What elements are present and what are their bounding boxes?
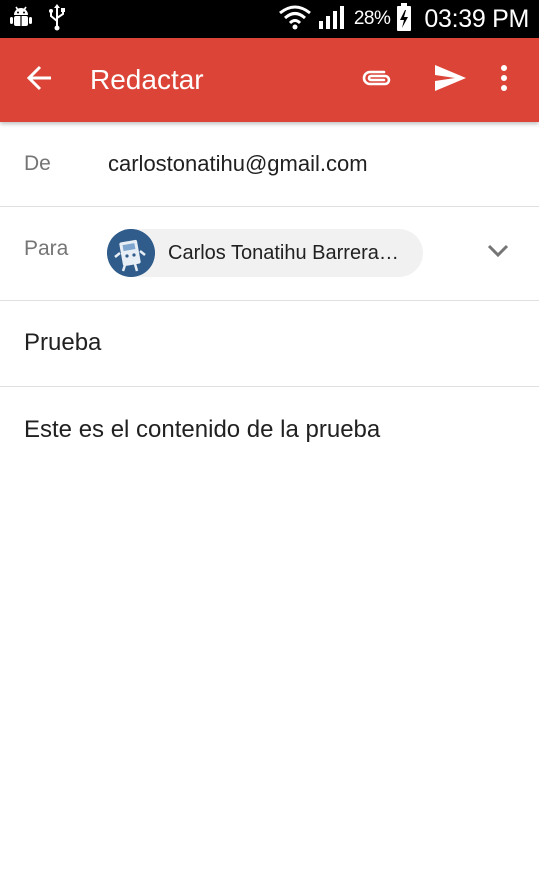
body-field[interactable]: Este es el contenido de la prueba	[24, 414, 514, 854]
status-bar-right: 28% 03:39 PM	[278, 0, 529, 38]
subject-field[interactable]: Prueba	[24, 329, 514, 357]
clock: 03:39 PM	[424, 4, 529, 33]
attach-icon	[360, 66, 394, 95]
from-address[interactable]: carlostonatihu@gmail.com	[108, 151, 368, 177]
battery-charging-icon	[396, 2, 412, 37]
back-arrow-icon	[26, 64, 54, 97]
battery-percent: 28%	[353, 8, 391, 29]
more-options-button[interactable]	[486, 58, 522, 102]
expand-recipients-button[interactable]	[476, 231, 520, 275]
chevron-down-icon	[487, 244, 509, 263]
send-button[interactable]	[428, 58, 472, 102]
recipient-chip[interactable]: Carlos Tonatihu Barrera…	[107, 229, 423, 277]
attach-button[interactable]	[355, 58, 399, 102]
send-icon	[433, 63, 467, 98]
more-vert-icon	[500, 64, 508, 97]
usb-icon	[48, 3, 66, 36]
android-debug-icon	[8, 4, 34, 35]
from-row: De carlostonatihu@gmail.com	[0, 122, 539, 207]
from-label: De	[24, 152, 51, 175]
status-bar-left	[8, 3, 66, 35]
recipient-name: Carlos Tonatihu Barrera…	[168, 242, 399, 264]
signal-icon	[318, 4, 348, 35]
status-bar: 28% 03:39 PM	[0, 0, 539, 38]
to-label: Para	[24, 237, 69, 260]
to-row[interactable]: Para Carlos Tonatihu Barrera…	[0, 207, 539, 301]
wifi-icon	[278, 4, 312, 35]
app-bar: Redactar	[0, 38, 539, 122]
back-button[interactable]	[18, 58, 62, 102]
avatar	[107, 229, 155, 277]
subject-row: Prueba	[0, 301, 539, 387]
app-title: Redactar	[90, 64, 204, 95]
